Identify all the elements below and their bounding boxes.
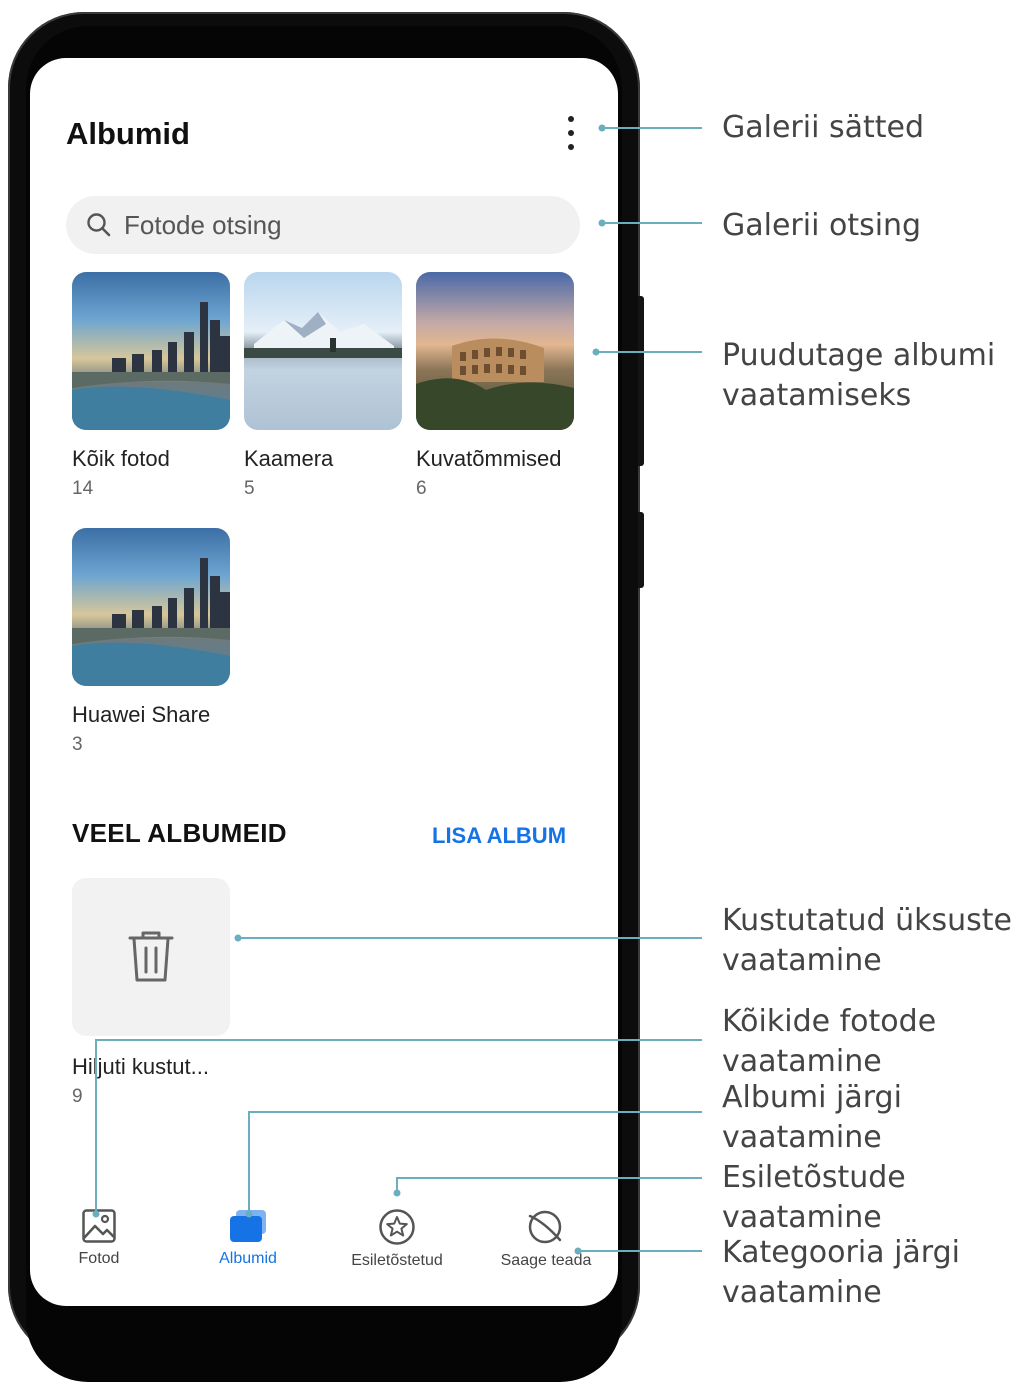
callout-view-album: Puudutage albumi vaatamiseks xyxy=(722,338,996,413)
callout-gallery-settings: Galerii sätted xyxy=(722,110,925,145)
callout-highlights: Esiletõstude vaatamine xyxy=(722,1160,906,1235)
callout-deleted-items: Kustutatud üksuste vaatamine xyxy=(722,903,1012,978)
callout-all-photos: Kõikide fotode vaatamine xyxy=(722,1004,937,1079)
callout-gallery-search: Galerii otsing xyxy=(722,208,922,243)
callout-by-album: Albumi järgi vaatamine xyxy=(722,1080,902,1155)
callout-by-category: Kategooria järgi vaatamine xyxy=(722,1235,960,1310)
